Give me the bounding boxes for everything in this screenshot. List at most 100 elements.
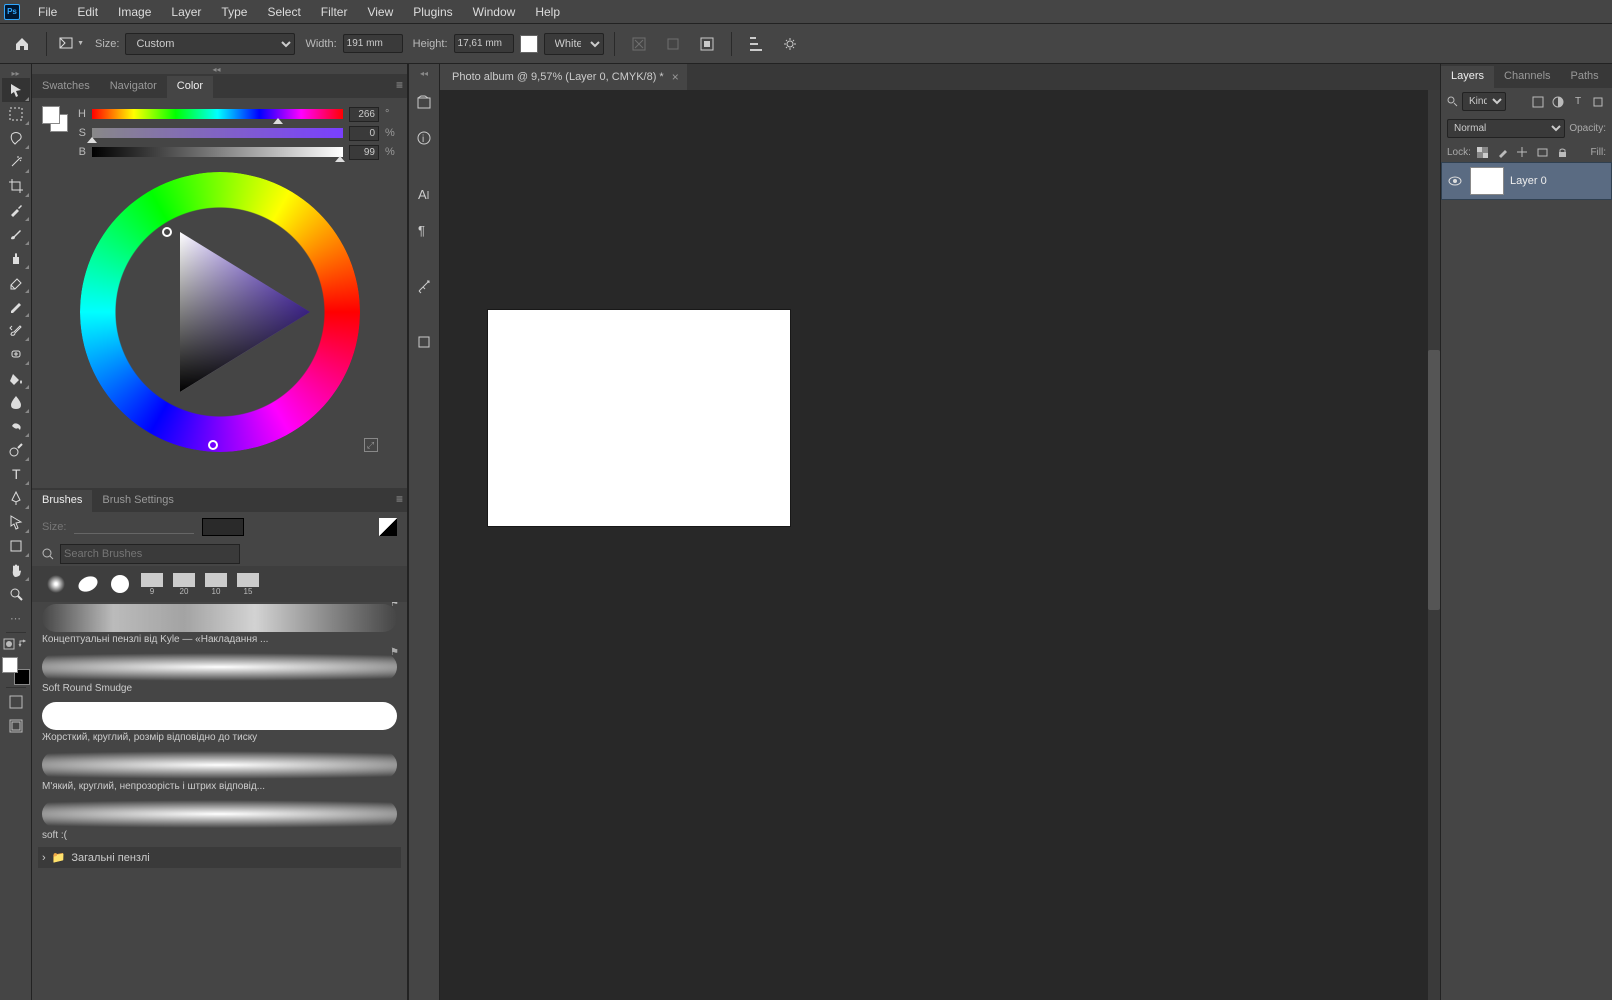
color-wheel[interactable]: ⤢: [80, 172, 360, 452]
settings-icon[interactable]: [776, 30, 804, 58]
lock-transparent-icon[interactable]: [1475, 144, 1491, 160]
brush-thumb[interactable]: [106, 570, 134, 598]
bucket-tool[interactable]: [2, 366, 30, 390]
blend-mode-select[interactable]: Normal: [1447, 119, 1565, 138]
menu-filter[interactable]: Filter: [311, 2, 358, 22]
zoom-tool[interactable]: [2, 582, 30, 606]
eyedropper-tool[interactable]: [2, 198, 30, 222]
path-select-tool[interactable]: [2, 510, 30, 534]
filter-pixel-icon[interactable]: [1530, 94, 1546, 110]
more-tools[interactable]: ⋯: [2, 606, 30, 630]
filter-shape-icon[interactable]: [1590, 94, 1606, 110]
layer-thumbnail[interactable]: [1470, 167, 1504, 195]
quick-mask-icon[interactable]: [2, 635, 16, 653]
scrollbar-thumb[interactable]: [1428, 350, 1440, 610]
tab-paths[interactable]: Paths: [1561, 66, 1609, 88]
fg-bg-colors[interactable]: [2, 657, 30, 685]
screen-mode-standard[interactable]: [2, 690, 30, 714]
menu-select[interactable]: Select: [257, 2, 310, 22]
info-icon[interactable]: i: [412, 126, 436, 150]
crop-tool[interactable]: [2, 174, 30, 198]
hand-tool[interactable]: [2, 558, 30, 582]
measure-icon[interactable]: [412, 274, 436, 298]
triangle-indicator-icon[interactable]: [162, 227, 172, 237]
wand-tool[interactable]: [2, 150, 30, 174]
panel-menu-icon[interactable]: ≡: [396, 78, 403, 92]
menu-file[interactable]: File: [28, 2, 67, 22]
marquee-tool[interactable]: [2, 102, 30, 126]
content-aware-icon[interactable]: [693, 30, 721, 58]
width-input[interactable]: [343, 34, 403, 53]
bri-slider[interactable]: [92, 147, 343, 157]
tab-channels[interactable]: Channels: [1494, 66, 1560, 88]
ring-indicator-icon[interactable]: [208, 440, 218, 450]
healing-tool[interactable]: [2, 342, 30, 366]
canvas-viewport[interactable]: [440, 90, 1440, 1000]
bri-input[interactable]: [349, 145, 379, 160]
bg-select[interactable]: White: [544, 33, 604, 55]
shape-tool[interactable]: [2, 534, 30, 558]
brush-size-input[interactable]: [202, 518, 244, 536]
tab-color[interactable]: Color: [167, 76, 213, 98]
eraser-tool[interactable]: [2, 270, 30, 294]
screen-mode-full[interactable]: [2, 714, 30, 738]
filter-kind-select[interactable]: Kind: [1462, 92, 1506, 111]
tab-brush-settings[interactable]: Brush Settings: [92, 490, 184, 512]
menu-plugins[interactable]: Plugins: [403, 2, 462, 22]
panel-menu-icon[interactable]: ≡: [396, 492, 403, 506]
tab-close-icon[interactable]: ×: [672, 70, 679, 84]
menu-layer[interactable]: Layer: [161, 2, 211, 22]
home-button[interactable]: [8, 30, 36, 58]
filter-adjust-icon[interactable]: [1550, 94, 1566, 110]
brush-item[interactable]: ⚑Soft Round Smudge: [38, 651, 401, 700]
layer-item[interactable]: Layer 0: [1441, 162, 1612, 200]
menu-view[interactable]: View: [357, 2, 403, 22]
canvas-artboard[interactable]: [488, 310, 790, 526]
lasso-tool[interactable]: [2, 126, 30, 150]
brush-folder[interactable]: ›📁Загальні пензлі: [38, 847, 401, 868]
brush-preview-icon[interactable]: [379, 518, 397, 536]
brush-thumb[interactable]: 15: [234, 570, 262, 598]
brush-search-input[interactable]: [60, 544, 240, 564]
layer-name[interactable]: Layer 0: [1510, 175, 1547, 187]
brush-size-slider[interactable]: [74, 520, 194, 534]
crop-delete-icon[interactable]: [625, 30, 653, 58]
dodge-tool[interactable]: [2, 438, 30, 462]
pen-tool[interactable]: [2, 486, 30, 510]
document-tab[interactable]: Photo album @ 9,57% (Layer 0, CMYK/8) * …: [440, 64, 687, 90]
pencil-tool[interactable]: [2, 294, 30, 318]
libraries-icon[interactable]: [412, 90, 436, 114]
swap-colors-icon[interactable]: [16, 635, 30, 653]
menu-type[interactable]: Type: [211, 2, 257, 22]
tab-layers[interactable]: Layers: [1441, 66, 1494, 88]
lock-image-icon[interactable]: [1495, 144, 1511, 160]
tab-brushes[interactable]: Brushes: [32, 490, 92, 512]
tab-navigator[interactable]: Navigator: [100, 76, 167, 98]
move-tool[interactable]: [2, 78, 30, 102]
clone-tool[interactable]: [2, 246, 30, 270]
tool-preset-button[interactable]: ▼: [57, 30, 85, 58]
paragraph-icon[interactable]: ¶: [412, 218, 436, 242]
menu-help[interactable]: Help: [525, 2, 570, 22]
panel-collapse-icon[interactable]: ◂◂: [32, 64, 407, 74]
straighten-icon[interactable]: [659, 30, 687, 58]
hue-input[interactable]: [349, 107, 379, 122]
color-panel-fgbg[interactable]: [42, 106, 68, 132]
lock-position-icon[interactable]: [1515, 144, 1531, 160]
brush-item[interactable]: ⚑Концептуальні пензлі від Kyle — «Наклад…: [38, 602, 401, 651]
smudge-tool[interactable]: [2, 414, 30, 438]
hue-slider[interactable]: [92, 109, 343, 119]
sat-input[interactable]: [349, 126, 379, 141]
lock-all-icon[interactable]: [1555, 144, 1571, 160]
bg-color-swatch[interactable]: [520, 35, 538, 53]
wheel-expand-icon[interactable]: ⤢: [364, 438, 378, 452]
character-icon[interactable]: A: [412, 182, 436, 206]
vertical-scrollbar[interactable]: [1428, 90, 1440, 1000]
filter-type-icon[interactable]: T: [1570, 94, 1586, 110]
panel-collapse-icon[interactable]: ◂◂: [412, 68, 436, 78]
brush-item[interactable]: М'який, круглий, непрозорість і штрих ві…: [38, 749, 401, 798]
menu-edit[interactable]: Edit: [67, 2, 108, 22]
height-input[interactable]: [454, 34, 514, 53]
type-tool[interactable]: T: [2, 462, 30, 486]
size-preset-select[interactable]: Custom: [125, 33, 295, 55]
